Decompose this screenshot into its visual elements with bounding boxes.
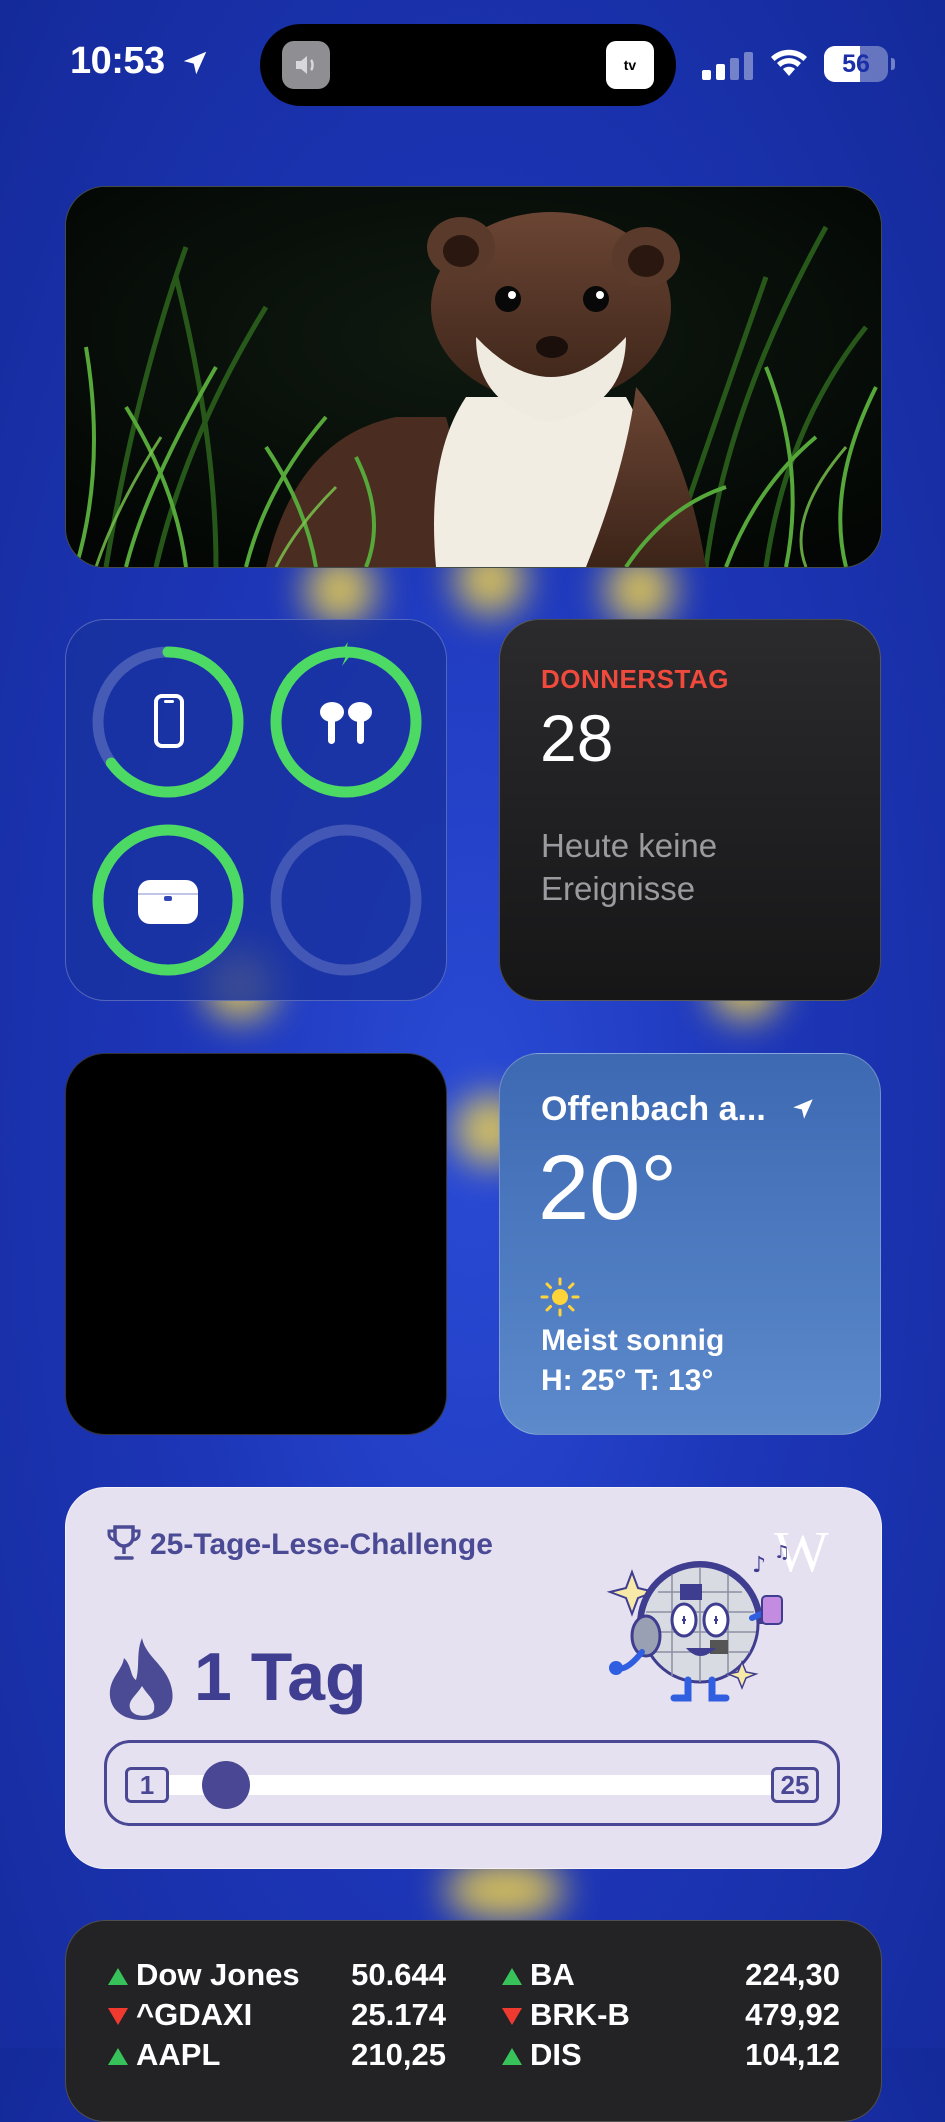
apple-tv-icon: tv	[606, 41, 654, 89]
stock-symbol: AAPL	[108, 2037, 220, 2073]
calendar-no-events: Heute keine Ereignisse	[541, 827, 718, 907]
stock-row: DIS 104,12	[502, 2037, 840, 2077]
dynamic-island[interactable]: tv	[260, 24, 676, 106]
batteries-widget[interactable]	[65, 619, 447, 1001]
stock-symbol: DIS	[502, 2037, 582, 2073]
progress-end-day: 25	[771, 1767, 819, 1803]
progress-start-day: 1	[125, 1767, 169, 1803]
weather-high-low: H: 25° T: 13°	[541, 1364, 714, 1397]
battery-indicator: 56	[824, 46, 888, 82]
wifi-icon	[771, 49, 807, 76]
stock-symbol-text: BRK-B	[530, 1997, 630, 2032]
stock-value: 210,25	[351, 2037, 446, 2072]
stock-symbol-text: BA	[530, 1957, 575, 1992]
stock-row: ^GDAXI 25.174	[108, 1997, 446, 2037]
empty-battery-slot	[270, 824, 422, 976]
stock-value: 25.174	[351, 1997, 446, 2032]
stock-symbol: BA	[502, 1957, 575, 1993]
weather-city: Offenbach a...	[541, 1090, 766, 1128]
calendar-widget[interactable]: DONNERSTAG 28 Heute keine Ereignisse	[499, 619, 881, 1001]
speaker-icon	[282, 41, 330, 89]
weather-temperature: 20°	[538, 1137, 678, 1239]
stock-row: BRK-B 479,92	[502, 1997, 840, 2037]
trophy-icon	[107, 1525, 141, 1560]
clock: 10:53	[70, 40, 165, 82]
device-battery-ring	[270, 642, 422, 798]
location-arrow-icon	[793, 1099, 813, 1119]
stock-row: Dow Jones 50.644	[108, 1957, 446, 1997]
sun-icon	[540, 1277, 580, 1317]
wallpaper-star	[445, 1860, 565, 1920]
calendar-weekday: DONNERSTAG	[541, 664, 729, 694]
wikipedia-reading-challenge-widget[interactable]: 25-Tage-Lese-Challenge W ♪ ♫ 1 Tag 1 25	[65, 1487, 882, 1869]
island-app-label: tv	[623, 57, 637, 73]
stock-value: 479,92	[745, 1997, 840, 2032]
cellular-signal-icon	[702, 52, 753, 80]
disco-ball-mascot-icon: ♪ ♫	[606, 1542, 790, 1702]
weather-widget[interactable]: Offenbach a... 20° Meist sonnig H: 25° T…	[499, 1053, 881, 1435]
photo-widget[interactable]	[65, 186, 882, 568]
status-bar: 10:53 tv 56	[0, 0, 945, 130]
progress-knob	[202, 1761, 251, 1809]
svg-text:♪: ♪	[752, 1553, 766, 1578]
stock-value: 224,30	[745, 1957, 840, 1992]
challenge-progress-bar: 1 25	[104, 1740, 840, 1826]
device-battery-ring	[92, 646, 244, 798]
challenge-title: 25-Tage-Lese-Challenge	[150, 1528, 493, 1561]
up-arrow-icon	[502, 1968, 522, 1986]
stock-row: BA 224,30	[502, 1957, 840, 1997]
stock-symbol: ^GDAXI	[108, 1997, 252, 2033]
calendar-date: 28	[540, 701, 614, 775]
weather-condition: Meist sonnig	[541, 1324, 725, 1357]
location-arrow-icon	[183, 51, 207, 75]
stock-symbol-text: DIS	[530, 2037, 582, 2072]
streak-count: 1 Tag	[194, 1639, 367, 1715]
stock-symbol-text: Dow Jones	[136, 1957, 300, 1992]
battery-level: 56	[842, 49, 870, 78]
stock-row: AAPL 210,25	[108, 2037, 446, 2077]
device-battery-ring	[92, 824, 244, 976]
stock-symbol: Dow Jones	[108, 1957, 300, 1993]
blank-widget[interactable]	[65, 1053, 447, 1435]
iphone-icon	[154, 694, 184, 748]
stoat-in-grass-image	[66, 187, 881, 567]
up-arrow-icon	[108, 2048, 128, 2066]
stock-symbol-text: AAPL	[136, 2037, 221, 2072]
stocks-widget[interactable]: Dow Jones 50.644 BA 224,30 ^GDAXI 25.174…	[65, 1920, 882, 2122]
stock-value: 50.644	[351, 1957, 446, 1992]
battery-nub	[891, 58, 895, 70]
down-arrow-icon	[502, 2008, 522, 2026]
airpods-icon	[320, 702, 372, 744]
flame-icon	[109, 1638, 173, 1720]
stock-value: 104,12	[745, 2037, 840, 2072]
airpods-case-icon	[138, 880, 198, 924]
down-arrow-icon	[108, 2008, 128, 2026]
up-arrow-icon	[502, 2048, 522, 2066]
stock-symbol: BRK-B	[502, 1997, 630, 2033]
svg-text:♫: ♫	[774, 1542, 790, 1563]
stock-symbol-text: ^GDAXI	[136, 1997, 253, 2032]
up-arrow-icon	[108, 1968, 128, 1986]
